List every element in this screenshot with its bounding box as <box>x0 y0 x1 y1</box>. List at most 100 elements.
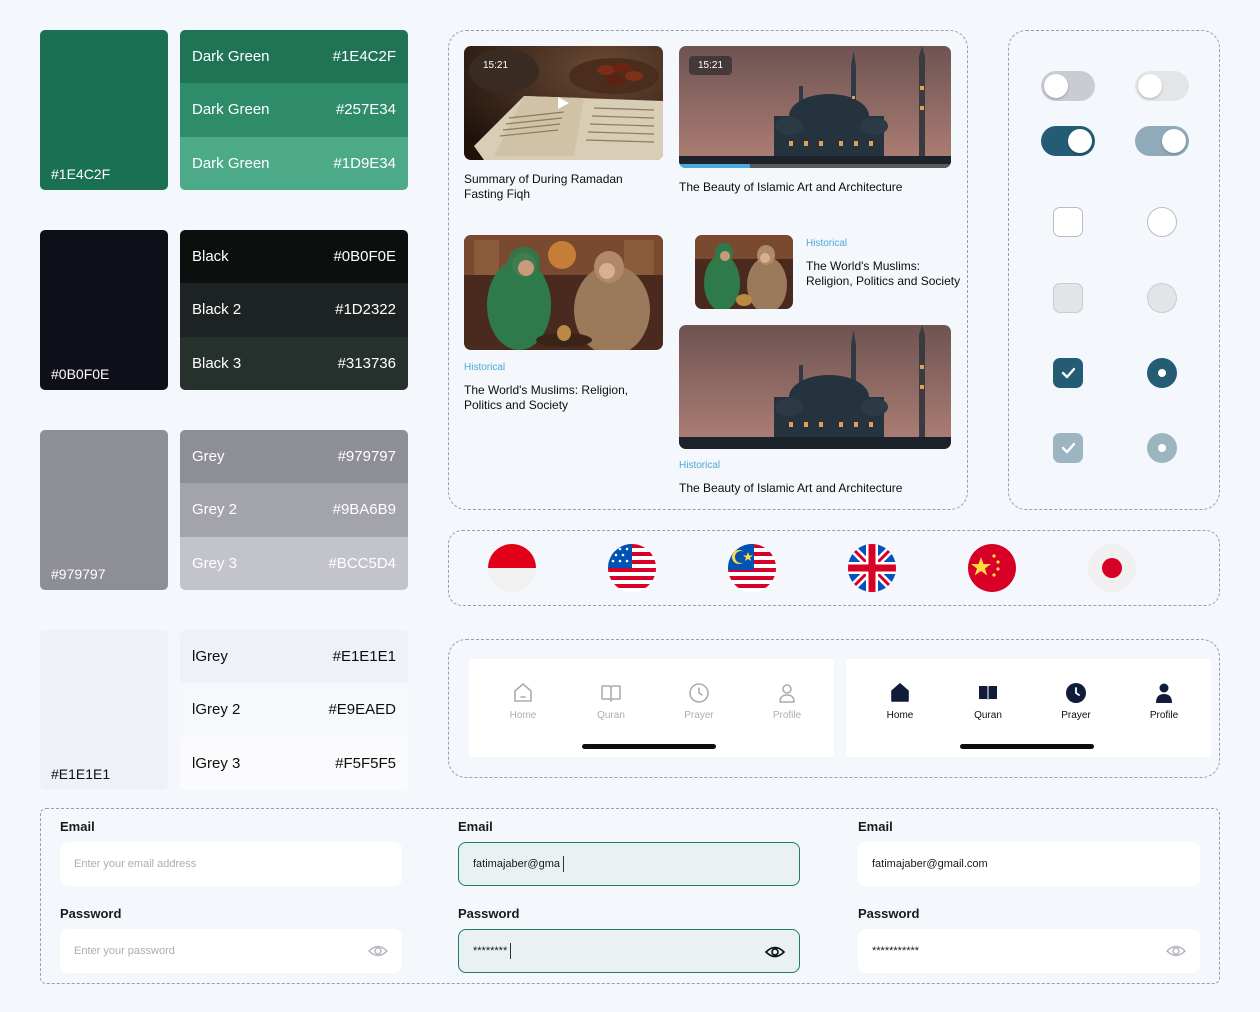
video-title[interactable]: The Beauty of Islamic Art and Architectu… <box>679 180 951 195</box>
toggle-on[interactable] <box>1041 126 1095 156</box>
checkbox-disabled[interactable] <box>1053 283 1083 313</box>
nav-item-profile[interactable]: Profile <box>757 681 817 721</box>
article-title[interactable]: The World's Muslims: Religion, Politics … <box>806 259 966 289</box>
password-field[interactable]: Enter your password <box>60 929 402 973</box>
nav-item-home[interactable]: Home <box>870 681 930 721</box>
shade-row: Black 2 #1D2322 <box>180 283 408 337</box>
controls-group <box>1008 30 1220 510</box>
shade-row: lGrey 3 #F5F5F5 <box>180 736 408 790</box>
bottom-nav-inactive: Home Quran Prayer Profile <box>469 659 834 757</box>
swatch-hex: #E1E1E1 <box>51 766 111 782</box>
shade-name: Black 3 <box>192 354 242 372</box>
eye-icon[interactable] <box>765 942 785 962</box>
shade-hex: #E1E1E1 <box>332 648 396 666</box>
nav-item-home[interactable]: Home <box>493 681 553 721</box>
eye-icon[interactable] <box>368 941 388 961</box>
nav-item-prayer[interactable]: Prayer <box>669 681 729 721</box>
check-icon <box>1061 367 1076 379</box>
email-field[interactable]: fatimajaber@gmail.com <box>858 842 1200 886</box>
radio-checked[interactable] <box>1147 358 1177 388</box>
bottom-nav-active: Home Quran Prayer Profile <box>846 659 1211 757</box>
user-filled-icon <box>1156 683 1172 703</box>
clock-outline-icon <box>689 683 709 703</box>
shade-row: lGrey 2 #E9EAED <box>180 683 408 737</box>
shade-name: lGrey 2 <box>192 701 241 719</box>
nav-item-profile[interactable]: Profile <box>1134 681 1194 721</box>
password-value: *********** <box>872 945 920 957</box>
password-field[interactable]: *********** <box>858 929 1200 973</box>
home-indicator <box>960 744 1094 749</box>
radio-disabled[interactable] <box>1147 283 1177 313</box>
user-outline-icon <box>779 684 795 703</box>
shade-row: Black 3 #313736 <box>180 336 408 390</box>
shade-hex: #1D9E34 <box>333 154 396 172</box>
home-outline-icon <box>514 683 532 702</box>
toggle-off[interactable] <box>1041 71 1095 101</box>
shade-hex: #BCC5D4 <box>328 554 396 572</box>
text-cursor <box>562 856 564 872</box>
home-filled-icon <box>891 683 909 702</box>
nav-label: Home <box>886 710 914 721</box>
article-tag: Historical <box>464 362 506 373</box>
uk-flag-icon[interactable] <box>848 544 896 592</box>
article-tag: Historical <box>806 238 848 249</box>
article-title[interactable]: The Beauty of Islamic Art and Architectu… <box>679 481 951 496</box>
article-thumbnail[interactable] <box>679 325 951 449</box>
lgrey-main-swatch: #E1E1E1 <box>40 630 168 790</box>
radio-unchecked[interactable] <box>1147 207 1177 237</box>
video-progress-fill <box>679 164 750 168</box>
swatch-hex: #0B0F0E <box>51 366 110 382</box>
checkbox-checked-disabled[interactable] <box>1053 433 1083 463</box>
malaysia-flag-icon[interactable] <box>728 544 776 592</box>
shade-row: Grey #979797 <box>180 430 408 484</box>
nav-item-prayer[interactable]: Prayer <box>1046 681 1106 721</box>
eye-icon[interactable] <box>1166 941 1186 961</box>
toggle-on-disabled[interactable] <box>1135 126 1189 156</box>
password-placeholder: Enter your password <box>74 945 175 957</box>
video-thumbnail[interactable]: 15:21 <box>679 46 951 168</box>
email-value: fatimajaber@gmail.com <box>872 858 988 870</box>
password-field[interactable]: ******** <box>458 929 800 973</box>
toggle-knob <box>1162 129 1186 153</box>
shade-name: Dark Green <box>192 154 270 172</box>
email-field[interactable]: Enter your email address <box>60 842 402 886</box>
video-progress-track[interactable] <box>679 164 951 168</box>
checkbox-checked[interactable] <box>1053 358 1083 388</box>
email-label: Email <box>60 819 95 834</box>
shade-name: Black 2 <box>192 301 242 319</box>
video-thumbnail[interactable]: 15:21 <box>464 46 663 160</box>
shade-name: Black <box>192 248 229 266</box>
video-title[interactable]: Summary of During Ramadan Fasting Fiqh <box>464 172 659 202</box>
lgrey-shades: lGrey #E1E1E1 lGrey 2 #E9EAED lGrey 3 #F… <box>180 630 408 790</box>
radio-dot <box>1158 444 1166 452</box>
radio-checked-disabled[interactable] <box>1147 433 1177 463</box>
toggle-off-disabled[interactable] <box>1135 71 1189 101</box>
nav-item-quran[interactable]: Quran <box>958 681 1018 721</box>
email-placeholder: Enter your email address <box>74 858 197 870</box>
nav-item-quran[interactable]: Quran <box>581 681 641 721</box>
shade-row: Black #0B0F0E <box>180 230 408 284</box>
toggle-knob <box>1138 74 1162 98</box>
nav-label: Profile <box>1149 710 1179 721</box>
china-flag-icon[interactable] <box>968 544 1016 592</box>
grey-main-swatch: #979797 <box>40 430 168 590</box>
article-thumbnail[interactable] <box>464 235 663 350</box>
checkbox-unchecked[interactable] <box>1053 207 1083 237</box>
japan-flag-icon[interactable] <box>1088 544 1136 592</box>
password-label: Password <box>458 906 520 921</box>
email-field[interactable]: fatimajaber@gma <box>458 842 800 886</box>
article-title[interactable]: The World's Muslims: Religion, Politics … <box>464 383 654 413</box>
nav-label: Quran <box>597 710 625 721</box>
article-thumbnail[interactable] <box>695 235 793 309</box>
shade-hex: #979797 <box>337 448 396 466</box>
shade-hex: #0B0F0E <box>333 248 396 266</box>
usa-flag-icon[interactable] <box>608 544 656 592</box>
shade-row: Dark Green #1D9E34 <box>180 136 408 190</box>
shade-name: Dark Green <box>192 48 270 66</box>
indonesia-flag-icon[interactable] <box>488 544 536 592</box>
password-label: Password <box>60 906 122 921</box>
email-value: fatimajaber@gma <box>473 858 560 870</box>
shade-name: Grey 3 <box>192 554 238 572</box>
shade-row: Dark Green #257E34 <box>180 83 408 137</box>
play-icon[interactable] <box>556 96 570 110</box>
